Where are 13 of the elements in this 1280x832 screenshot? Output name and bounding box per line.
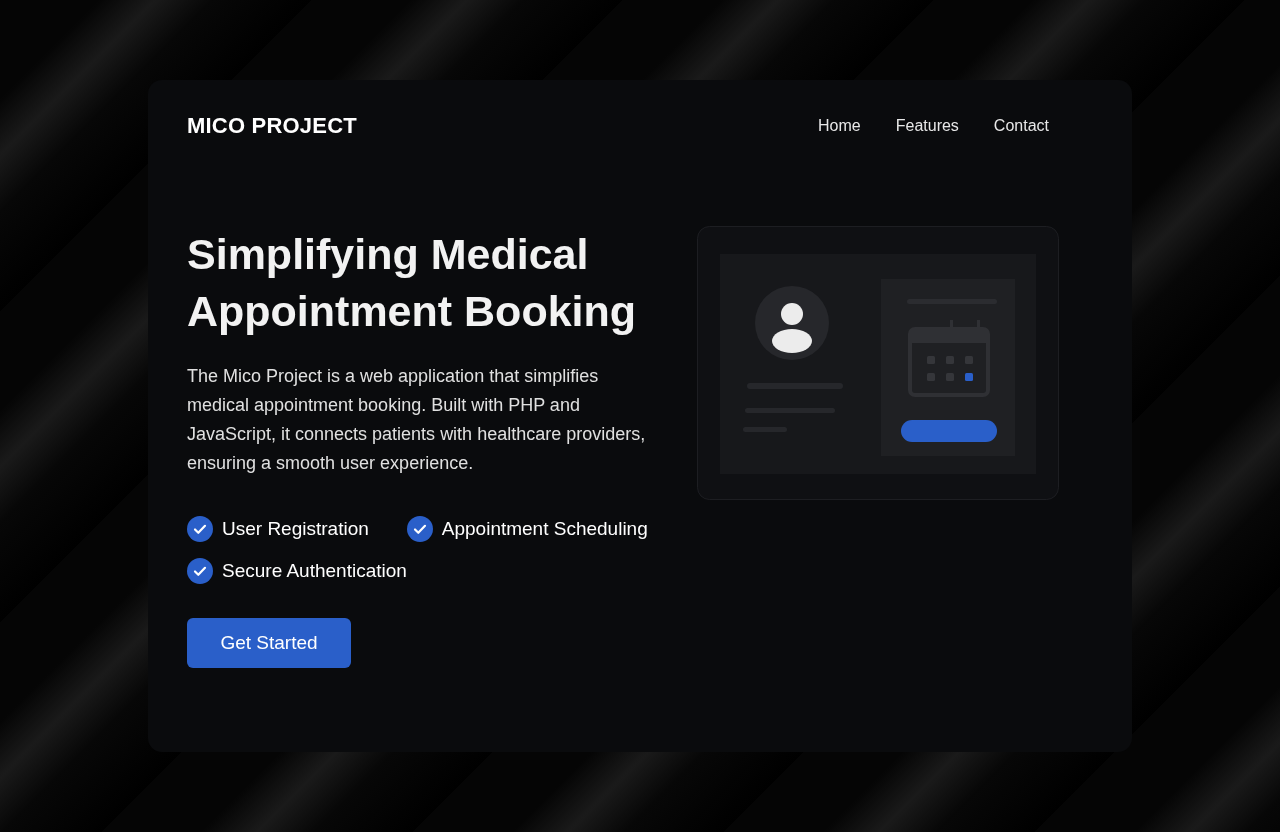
nav-link[interactable]: Features [895, 117, 959, 135]
check-icon [187, 516, 213, 542]
get-started-button[interactable]: Get Started [187, 618, 351, 668]
hero-description: The Mico Project is a web application that simplifies medical appointment booking. Built with PHP and JavaScript, it connects patients with healthcare providers, ensuring a smooth user experience. [187, 365, 647, 475]
brand-logo: MICO PROJECT [187, 113, 357, 139]
nav-link[interactable]: Home [818, 117, 861, 135]
feature-label: Secure Authentication [222, 560, 407, 582]
feature-label: User Registration [222, 518, 369, 540]
nav-link[interactable]: Contact [993, 117, 1049, 135]
feature-label: Appointment Scheduling [441, 518, 648, 540]
check-icon [187, 558, 213, 584]
check-icon [406, 516, 433, 542]
hero-title: Simplifying Medical Appointment Booking [187, 229, 638, 337]
